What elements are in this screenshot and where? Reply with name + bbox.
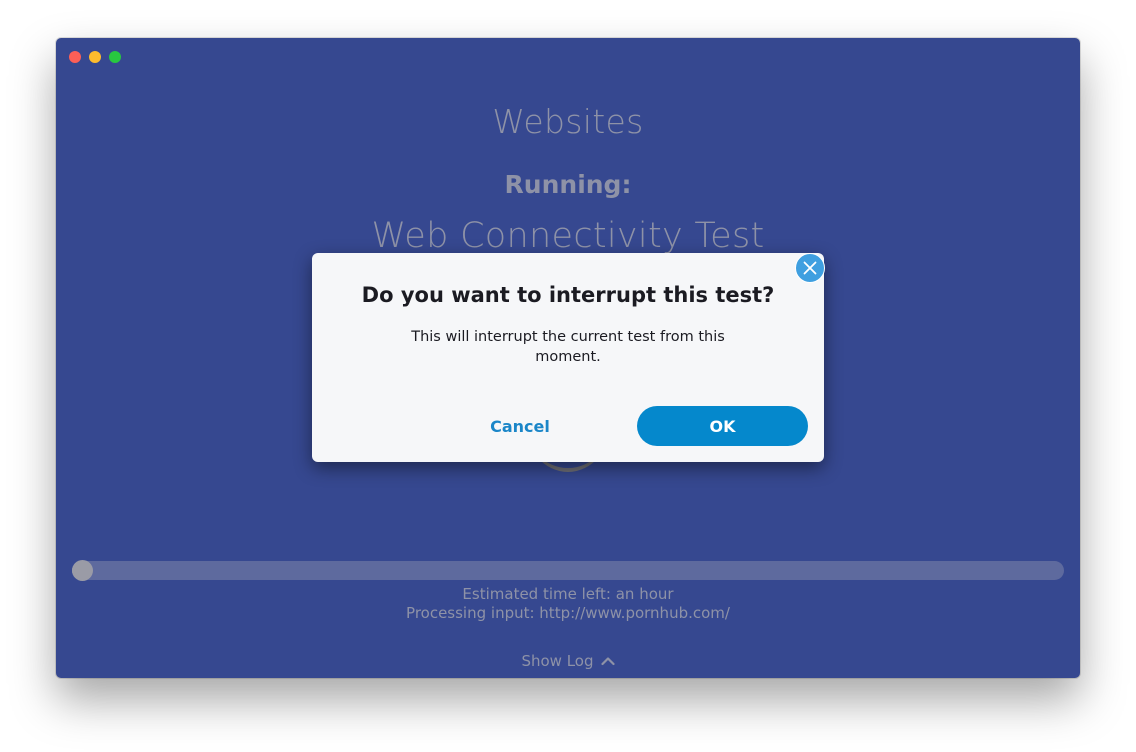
- ok-button[interactable]: OK: [637, 406, 808, 446]
- show-log-label: Show Log: [521, 652, 594, 670]
- window-controls: [69, 51, 121, 63]
- window-maximize-button[interactable]: [109, 51, 121, 63]
- progress-indicator: [72, 560, 93, 581]
- page-title: Websites: [492, 102, 644, 141]
- dialog-title: Do you want to interrupt this test?: [361, 283, 775, 307]
- chevron-up-icon: [600, 657, 615, 666]
- test-name: Web Connectivity Test: [371, 216, 765, 256]
- cancel-button[interactable]: Cancel: [470, 406, 570, 446]
- progress-bar: [72, 560, 1064, 581]
- window-close-button[interactable]: [69, 51, 81, 63]
- show-log-toggle[interactable]: Show Log: [56, 652, 1080, 670]
- close-icon: [803, 261, 817, 275]
- dialog-message: This will interrupt the current test fro…: [411, 329, 725, 365]
- running-label: Running:: [504, 170, 632, 199]
- dialog-close-button[interactable]: [795, 253, 825, 283]
- eta-text: Estimated time left: an hour: [462, 585, 674, 603]
- interrupt-dialog: Do you want to interrupt this test? This…: [312, 253, 825, 462]
- window-minimize-button[interactable]: [89, 51, 101, 63]
- processing-input-text: Processing input: http://www.pornhub.com…: [406, 604, 730, 622]
